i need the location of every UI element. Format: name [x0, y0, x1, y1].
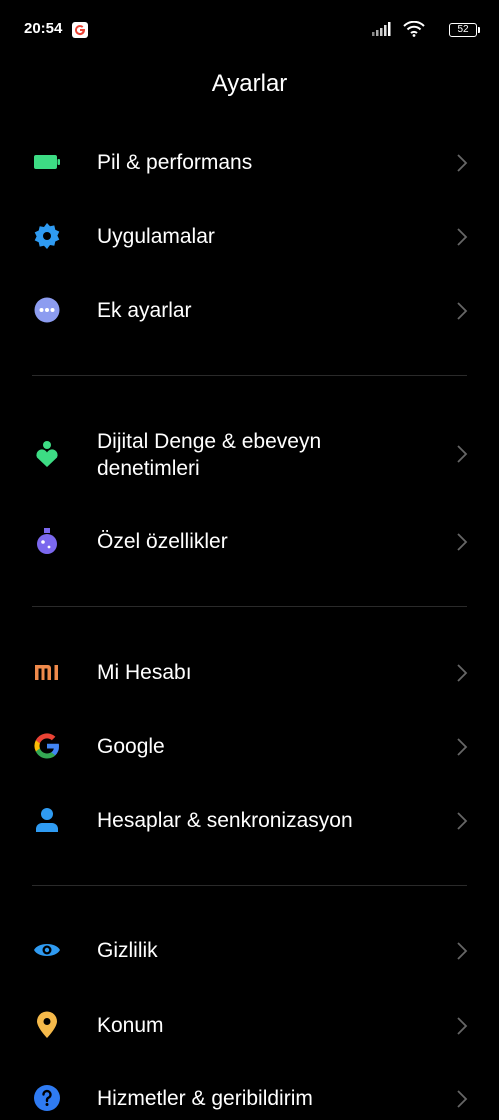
settings-item-apps[interactable]: Uygulamalar [0, 216, 499, 258]
battery-icon [34, 155, 60, 169]
flask-icon [37, 528, 57, 554]
settings-item-additional[interactable]: Ek ayarlar [0, 290, 499, 332]
settings-item-digital-wellbeing[interactable]: Dijital Denge & ebeveyn denetimleri [0, 424, 499, 486]
help-icon [34, 1085, 60, 1111]
chevron-right-icon [457, 812, 468, 830]
chevron-right-icon [457, 533, 468, 551]
settings-item-label: Uygulamalar [97, 225, 215, 248]
mi-logo-icon [35, 665, 58, 680]
settings-item-location[interactable]: Konum [0, 1005, 499, 1047]
settings-item-accounts-sync[interactable]: Hesaplar & senkronizasyon [0, 800, 499, 842]
status-time: 20:54 [24, 20, 63, 37]
chevron-right-icon [457, 664, 468, 682]
settings-item-label: Pil & performans [97, 151, 253, 174]
settings-item-label-line1: Dijital Denge & ebeveyn [97, 430, 322, 453]
settings-item-services-feedback[interactable]: Hizmetler & geribildirim [0, 1078, 499, 1120]
settings-item-mi-account[interactable]: Mi Hesabı [0, 652, 499, 694]
signal-icon [372, 22, 391, 36]
section-divider [32, 606, 467, 607]
status-bar: 20:54 52 [0, 0, 499, 60]
settings-item-battery[interactable]: Pil & performans [0, 142, 499, 184]
settings-item-label: Hesaplar & senkronizasyon [97, 809, 353, 832]
settings-item-privacy[interactable]: Gizlilik [0, 930, 499, 972]
wifi-icon [403, 21, 425, 37]
chevron-right-icon [457, 738, 468, 756]
settings-item-label: Mi Hesabı [97, 661, 192, 684]
chevron-right-icon [457, 1017, 468, 1035]
eye-icon [34, 944, 60, 956]
section-divider [32, 885, 467, 886]
chevron-right-icon [457, 445, 468, 463]
location-pin-icon [37, 1011, 57, 1038]
google-logo-icon [34, 733, 60, 759]
chevron-right-icon [457, 1090, 468, 1108]
settings-item-label: Ek ayarlar [97, 299, 192, 322]
settings-item-label: Gizlilik [97, 939, 158, 962]
settings-item-label-line2: denetimleri [97, 457, 200, 480]
page-title: Ayarlar [211, 70, 288, 97]
chevron-right-icon [457, 228, 468, 246]
person-icon [36, 808, 58, 832]
google-icon [72, 22, 88, 38]
chevron-right-icon [457, 302, 468, 320]
gear-icon [34, 223, 60, 249]
settings-item-label: Hizmetler & geribildirim [97, 1087, 313, 1110]
digital-wellbeing-icon [36, 441, 58, 467]
chevron-right-icon [457, 942, 468, 960]
section-divider [32, 375, 467, 376]
battery-indicator: 52 [449, 23, 480, 37]
settings-item-label: Özel özellikler [97, 530, 228, 553]
settings-item-google[interactable]: Google [0, 726, 499, 768]
chevron-right-icon [457, 154, 468, 172]
more-dots-icon [34, 297, 60, 323]
settings-item-label: Konum [97, 1014, 164, 1037]
settings-item-label: Google [97, 735, 165, 758]
settings-item-special-features[interactable]: Özel özellikler [0, 521, 499, 563]
